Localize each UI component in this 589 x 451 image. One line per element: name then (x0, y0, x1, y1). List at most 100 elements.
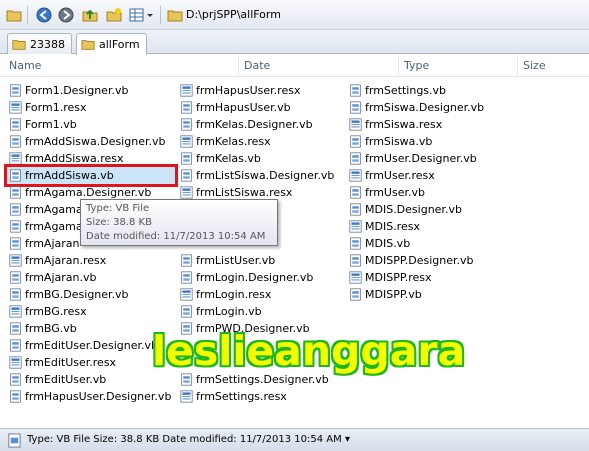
file-item[interactable]: frmEditUser.vb (7, 371, 106, 388)
file-item[interactable]: MDISPP.vb (347, 286, 422, 303)
file-name: frmKelas.Designer.vb (196, 118, 313, 131)
file-name: MDIS.resx (365, 220, 420, 233)
file-item[interactable]: frmListUser.vb (178, 252, 275, 269)
tooltip-size: Size: 38.8 KB (86, 217, 152, 228)
file-item[interactable]: frmHapusUser.vb (178, 99, 291, 116)
file-item[interactable]: frmSiswa.Designer.vb (347, 99, 484, 116)
file-item[interactable]: MDISPP.Designer.vb (347, 252, 474, 269)
file-item[interactable]: frmLogin.vb (178, 303, 262, 320)
file-item[interactable]: frmAjaran.vb (7, 269, 96, 286)
view-options-icon[interactable] (129, 7, 155, 23)
column-size[interactable]: Size (523, 59, 546, 72)
file-name: MDISPP.resx (365, 271, 432, 284)
file-item[interactable]: Form1.Designer.vb (7, 82, 128, 99)
file-item[interactable]: frmBG.Designer.vb (7, 286, 129, 303)
file-item[interactable]: frmLogin.Designer.vb (178, 269, 313, 286)
new-folder-icon[interactable] (106, 7, 122, 23)
file-name: Form1.resx (25, 101, 87, 114)
file-name: frmAddSiswa.vb (25, 169, 114, 182)
file-name: frmUser.Designer.vb (365, 152, 477, 165)
file-item[interactable]: Form1.resx (7, 99, 87, 116)
file-item[interactable]: frmKelas.vb (178, 150, 261, 167)
file-name: frmSiswa.Designer.vb (365, 101, 485, 114)
up-folder-icon[interactable] (82, 7, 98, 23)
file-name: frmSettings.vb (365, 84, 447, 97)
file-item[interactable]: frmHapusUser.resx (178, 82, 300, 99)
column-date[interactable]: Date (244, 59, 270, 72)
forward-icon[interactable] (58, 7, 74, 23)
file-name: frmBG.vb (25, 322, 77, 335)
file-item[interactable]: frmSiswa.vb (347, 133, 432, 150)
tab-23388[interactable]: 23388 (7, 33, 72, 54)
file-name: frmUser.resx (365, 169, 435, 182)
file-item[interactable]: frmAgama (7, 201, 83, 218)
file-name: frmKelas.vb (196, 152, 261, 165)
file-name: frmLogin.vb (196, 305, 262, 318)
file-item[interactable]: MDISPP.resx (347, 269, 432, 286)
file-name: frmAjaran.vb (25, 271, 97, 284)
file-item[interactable]: frmUser.vb (347, 184, 425, 201)
file-item[interactable]: frmUser.Designer.vb (347, 150, 477, 167)
column-type[interactable]: Type (404, 59, 429, 72)
file-item[interactable]: frmAgama (7, 218, 83, 235)
file-item[interactable]: frmKelas.Designer.vb (178, 116, 313, 133)
vb-file-icon (7, 433, 22, 451)
file-name: frmAgama.Designer.vb (25, 186, 152, 199)
file-name: Form1.vb (25, 118, 77, 131)
file-item[interactable]: Form1.vb (7, 116, 77, 133)
file-item[interactable]: frmAjaran.resx (7, 252, 106, 269)
tooltip-date: Date modified: 11/7/2013 10:54 AM (86, 231, 266, 242)
file-name: MDISPP.Designer.vb (365, 254, 474, 267)
file-name: frmAgama (25, 203, 83, 216)
file-item[interactable]: frmSettings.resx (178, 388, 287, 405)
file-item[interactable]: frmAjaran (7, 235, 79, 252)
file-name: frmListSiswa.Designer.vb (196, 169, 335, 182)
file-item[interactable]: frmListSiswa.Designer.vb (178, 167, 334, 184)
file-item[interactable]: MDIS.vb (347, 235, 410, 252)
file-name: MDISPP.vb (365, 288, 422, 301)
folder-icon (12, 37, 26, 54)
file-name: frmLogin.resx (196, 288, 272, 301)
file-name: frmEditUser.vb (25, 373, 107, 386)
file-item[interactable]: frmUser.resx (347, 167, 435, 184)
file-name: frmAjaran.resx (25, 254, 107, 267)
column-headers: Name Date Type Size (0, 55, 589, 77)
tab-allform[interactable]: allForm (76, 33, 147, 55)
file-item[interactable]: frmEditUser.Designer.vb (7, 337, 158, 354)
file-name: MDIS.Designer.vb (365, 203, 462, 216)
file-name: frmAddSiswa.resx (25, 152, 124, 165)
toolbar: D:\prjSPP\allForm (0, 0, 589, 30)
file-item[interactable]: frmSettings.vb (347, 82, 446, 99)
file-name: frmHapusUser.Designer.vb (25, 390, 172, 403)
file-item[interactable]: frmAddSiswa.resx (7, 150, 124, 167)
file-item[interactable]: frmBG.vb (7, 320, 77, 337)
tab-label: 23388 (30, 38, 65, 51)
file-item[interactable]: MDIS.Designer.vb (347, 201, 462, 218)
column-divider[interactable] (398, 55, 399, 77)
address-path[interactable]: D:\prjSPP\allForm (186, 8, 281, 21)
column-divider[interactable] (238, 55, 239, 77)
file-item-selected[interactable]: frmAddSiswa.vb (4, 164, 178, 187)
file-item[interactable]: frmKelas.resx (178, 133, 271, 150)
file-item[interactable]: frmHapusUser.Designer.vb (7, 388, 171, 405)
tooltip-type: Type: VB File (86, 203, 150, 214)
file-name: frmUser.vb (365, 186, 425, 199)
file-list: Form1.Designer.vb Form1.resx Form1.vb frmAd… (0, 77, 589, 428)
file-name: frmEditUser.resx (25, 356, 117, 369)
file-item[interactable]: MDIS.resx (347, 218, 420, 235)
toolbar-separator (27, 6, 28, 24)
status-text: Type: VB File Size: 38.8 KB Date modifie… (27, 434, 350, 445)
folder-icon[interactable] (6, 7, 22, 23)
file-item[interactable]: frmBG.resx (7, 303, 87, 320)
watermark-text: leslieanggara (152, 327, 466, 375)
file-item[interactable]: frmLogin.resx (178, 286, 271, 303)
file-name: frmListUser.vb (196, 254, 276, 267)
file-item[interactable]: frmSiswa.resx (347, 116, 442, 133)
file-item[interactable]: frmAddSiswa.Designer.vb (7, 133, 165, 150)
file-name: frmAgama (25, 220, 83, 233)
back-icon[interactable] (36, 7, 52, 23)
column-name[interactable]: Name (9, 59, 41, 72)
file-item[interactable]: frmEditUser.resx (7, 354, 116, 371)
column-divider[interactable] (517, 55, 518, 77)
file-name: frmSiswa.resx (365, 118, 443, 131)
